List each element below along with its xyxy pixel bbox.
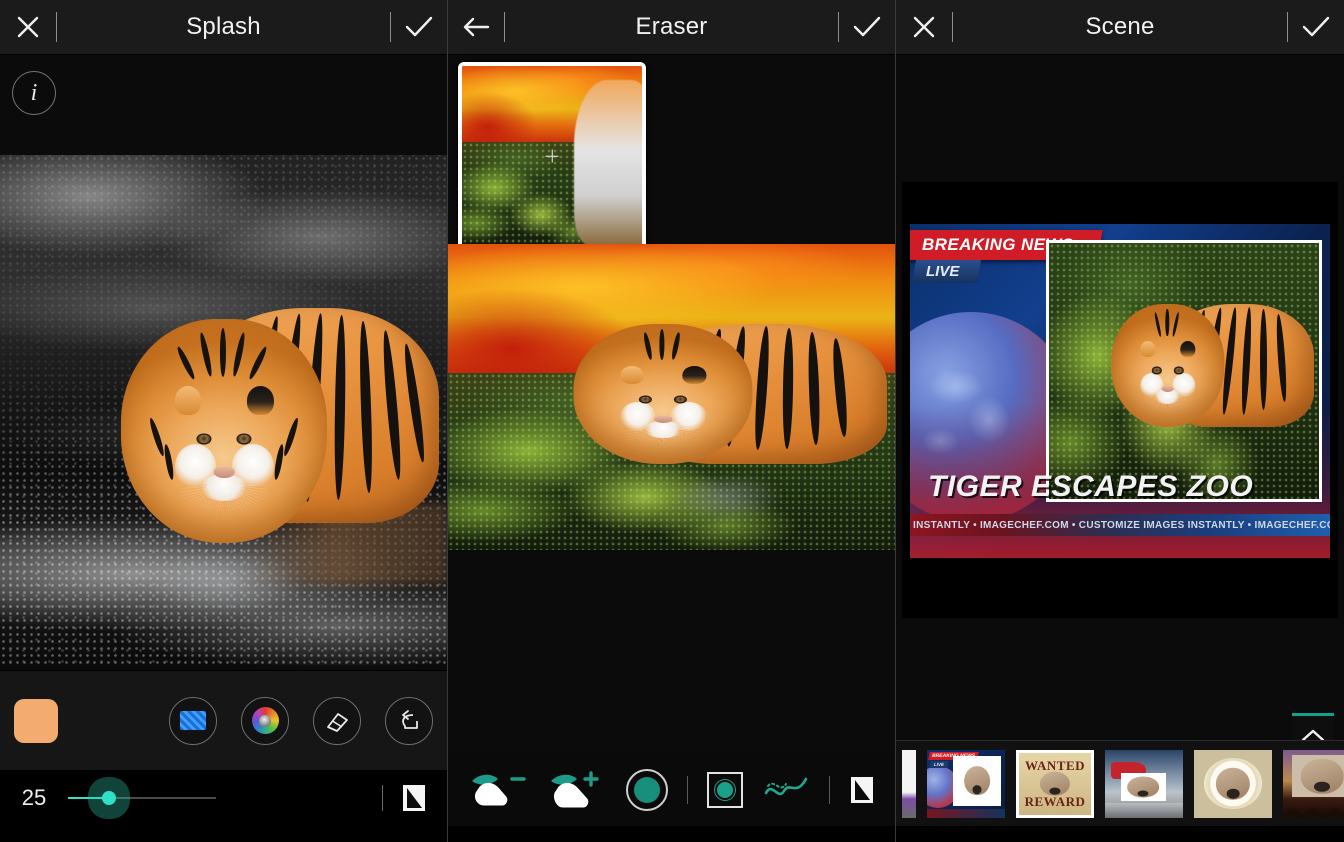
tiger-eye-right [238, 435, 250, 443]
preview-tiger-edge [574, 80, 646, 246]
splash-footer-spacer [0, 826, 447, 842]
check-icon[interactable] [391, 0, 447, 54]
info-glyph: i [31, 81, 38, 105]
eraser-header: Eraser [448, 0, 895, 55]
zoom-preview [458, 62, 646, 250]
tiger-eye-left [641, 397, 651, 402]
live-label: LIVE [926, 263, 959, 280]
tiger-ear-right [1180, 341, 1195, 357]
tiger-ear-left [620, 366, 643, 384]
color-wheel-icon[interactable] [241, 697, 289, 745]
toolbar-divider [382, 785, 383, 811]
eraser-canvas[interactable] [448, 244, 896, 550]
page-fold-icon[interactable] [849, 775, 875, 805]
toolbar-divider [687, 776, 688, 804]
tiger-ear-left [1141, 341, 1156, 357]
live-badge: LIVE [912, 260, 981, 283]
page-fold-icon[interactable] [401, 783, 427, 813]
eraser-toolbar [448, 754, 895, 826]
tiger-eye-right [675, 397, 685, 402]
scene-footer-spacer [896, 826, 1344, 842]
eraser-icon[interactable] [313, 697, 361, 745]
brush-cursor-icon [546, 150, 559, 163]
thumb-wanted-poster[interactable]: WANTED REWARD [1016, 750, 1094, 818]
tiger-eye-left [1154, 368, 1160, 372]
check-icon[interactable] [839, 0, 895, 54]
tiger-nose [214, 467, 235, 478]
splash-canvas[interactable] [0, 155, 448, 666]
thumb-plate[interactable] [1194, 750, 1272, 818]
erase-minus-icon[interactable] [468, 767, 528, 813]
color-swatch[interactable] [14, 699, 58, 743]
panel-scene: Scene BREAKING NEWS LIVE [896, 0, 1344, 842]
close-icon[interactable] [896, 0, 952, 54]
tiger-whiskers [1144, 395, 1192, 415]
thumb-breaking-news[interactable]: BREAKING NEWS LIVE [927, 750, 1005, 818]
page-title: Splash [57, 13, 390, 41]
breaking-news-template: BREAKING NEWS LIVE [910, 224, 1330, 558]
page-title: Eraser [505, 13, 838, 41]
mask-pattern-icon[interactable] [169, 697, 217, 745]
tiger-ear-right [247, 386, 274, 415]
brush-size-slider[interactable] [68, 797, 216, 799]
splash-info-zone: i [0, 55, 447, 155]
tiger-ear-left [175, 386, 202, 415]
edge-detect-icon[interactable] [707, 772, 743, 808]
tiger-ear-right [683, 366, 706, 384]
ticker-text: ES INSTANTLY • IMAGECHEF.COM • CUSTOMIZE… [910, 520, 1330, 531]
thumb-times-square[interactable] [1105, 750, 1183, 818]
tiger-whiskers [625, 428, 700, 451]
check-icon[interactable] [1288, 0, 1344, 54]
brush-size-icon[interactable] [626, 769, 668, 811]
restore-plus-icon[interactable] [547, 767, 607, 813]
curve-smooth-icon[interactable] [762, 773, 810, 807]
info-icon[interactable]: i [12, 71, 56, 115]
headline-text: TIGER ESCAPES ZOO [928, 470, 1324, 504]
scene-thumbnail-strip[interactable]: BREAKING NEWS LIVE WANTED REWARD [896, 740, 1344, 826]
scene-canvas[interactable]: BREAKING NEWS LIVE [902, 182, 1338, 618]
back-arrow-icon[interactable] [448, 0, 504, 54]
tiger-subject [1049, 243, 1319, 499]
slider-thumb[interactable] [102, 791, 116, 805]
app-screen: Splash i [0, 0, 1344, 842]
thumb-sliver[interactable] [902, 750, 916, 818]
tiger-whiskers [181, 485, 268, 521]
news-ticker: ES INSTANTLY • IMAGECHEF.COM • CUSTOMIZE… [910, 514, 1330, 536]
close-icon[interactable] [0, 0, 56, 54]
splash-header: Splash [0, 0, 447, 55]
toolbar-divider [829, 776, 830, 804]
scene-header: Scene [896, 0, 1344, 55]
water-reflection [645, 477, 806, 544]
thumb-concert[interactable] [1283, 750, 1344, 818]
splash-slider-bar: 25 [0, 770, 447, 826]
undo-icon[interactable] [385, 697, 433, 745]
tiger-head [1111, 304, 1224, 427]
panel-splash: Splash i [0, 0, 448, 842]
tiger-nose [654, 416, 672, 423]
panel-eraser: Eraser [448, 0, 896, 842]
tiger-eye-right [1176, 368, 1182, 372]
slider-value: 25 [0, 785, 68, 811]
scene-photo-slot [1046, 240, 1322, 502]
splash-toolbar [0, 670, 447, 770]
tiger-head [121, 319, 327, 544]
tiger-head [573, 324, 752, 465]
tiger-eye-left [198, 435, 210, 443]
water-reflection [112, 554, 336, 646]
page-title: Scene [953, 13, 1287, 41]
eraser-footer-spacer [448, 826, 895, 842]
